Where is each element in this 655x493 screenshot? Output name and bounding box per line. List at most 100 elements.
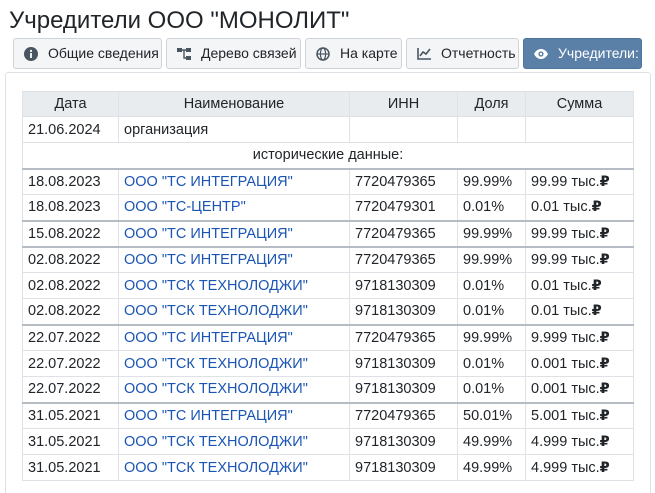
tab-relations-tree[interactable]: Дерево связей bbox=[166, 38, 301, 69]
cell-date: 31.05.2021 bbox=[22, 428, 119, 455]
cell-sum: 4.999 тыс.₽ bbox=[525, 428, 634, 455]
company-link[interactable]: ООО "ТС ИНТЕГРАЦИЯ" bbox=[124, 252, 293, 268]
cell-sum: 99.99 тыс.₽ bbox=[525, 219, 634, 247]
cell-inn bbox=[349, 116, 458, 143]
column-header-name: Наименование bbox=[118, 91, 350, 117]
tab-founders[interactable]: Учредители: bbox=[523, 38, 642, 69]
ruble-sign: ₽ bbox=[599, 355, 610, 372]
cell-name: ООО "ТСК ТЕХНОЛОДЖИ" bbox=[118, 376, 350, 403]
table-row: 31.05.2021 ООО "ТСК ТЕХНОЛОДЖИ" 9718130309… bbox=[22, 454, 634, 481]
ruble-sign: ₽ bbox=[599, 381, 610, 398]
cell-share: 0.01% bbox=[457, 272, 526, 299]
company-link[interactable]: ООО "ТС ИНТЕГРАЦИЯ" bbox=[124, 330, 293, 346]
cell-inn: 7720479365 bbox=[349, 401, 458, 429]
cell-date: 22.07.2022 bbox=[22, 350, 119, 377]
ruble-sign: ₽ bbox=[599, 407, 610, 424]
cell-share: 99.99% bbox=[457, 245, 526, 273]
sitemap-icon bbox=[176, 46, 192, 62]
tab-on-map[interactable]: На карте bbox=[305, 38, 402, 69]
cell-date: 31.05.2021 bbox=[22, 401, 119, 429]
cell-share: 49.99% bbox=[457, 454, 526, 481]
company-link[interactable]: ООО "ТС ИНТЕГРАЦИЯ" bbox=[124, 174, 293, 190]
cell-share bbox=[457, 116, 526, 143]
company-link[interactable]: ООО "ТСК ТЕХНОЛОДЖИ" bbox=[124, 278, 308, 294]
cell-name: ООО "ТСК ТЕХНОЛОДЖИ" bbox=[118, 428, 350, 455]
cell-date: 22.07.2022 bbox=[22, 376, 119, 403]
line-chart-icon bbox=[416, 46, 432, 62]
cell-sum: 4.999 тыс.₽ bbox=[525, 454, 634, 481]
cell-share: 50.01% bbox=[457, 401, 526, 429]
current-founder-row: 21.06.2024 организация bbox=[22, 116, 634, 143]
info-circle-icon bbox=[23, 46, 39, 62]
sum-value: 4.999 тыс. bbox=[531, 433, 600, 450]
cell-sum: 99.99 тыс.₽ bbox=[525, 245, 634, 273]
table-row: 15.08.2022 ООО "ТС ИНТЕГРАЦИЯ" 7720479365 9… bbox=[22, 219, 634, 247]
cell-inn: 9718130309 bbox=[349, 272, 458, 299]
table-row: 31.05.2021 ООО "ТСК ТЕХНОЛОДЖИ" 9718130309… bbox=[22, 428, 634, 455]
column-header-share: Доля bbox=[457, 91, 526, 117]
cell-share: 0.01% bbox=[457, 194, 526, 221]
table-row: 18.08.2023 ООО "ТС-ЦЕНТР" 7720479301 0.01% 0… bbox=[22, 194, 634, 221]
history-label: исторические данные: bbox=[22, 142, 634, 169]
cell-date: 02.08.2022 bbox=[22, 298, 119, 325]
cell-inn: 7720479365 bbox=[349, 167, 458, 195]
column-header-sum: Сумма bbox=[525, 91, 634, 117]
tab-label: Общие сведения bbox=[48, 45, 159, 61]
tab-reports[interactable]: Отчетность bbox=[406, 38, 519, 69]
company-link[interactable]: ООО "ТСК ТЕХНОЛОДЖИ" bbox=[124, 434, 308, 450]
company-link[interactable]: ООО "ТС ИНТЕГРАЦИЯ" bbox=[124, 408, 293, 424]
tab-general-info[interactable]: Общие сведения bbox=[13, 38, 162, 69]
column-header-inn: ИНН bbox=[349, 91, 458, 117]
cell-sum: 0.01 тыс.₽ bbox=[525, 272, 634, 299]
cell-date: 15.08.2022 bbox=[22, 219, 119, 247]
company-link[interactable]: ООО "ТСК ТЕХНОЛОДЖИ" bbox=[124, 381, 308, 397]
founders-table: Дата Наименование ИНН Доля Сумма 21.06.2… bbox=[22, 91, 634, 481]
company-link[interactable]: ООО "ТСК ТЕХНОЛОДЖИ" bbox=[124, 303, 308, 319]
ruble-sign: ₽ bbox=[591, 199, 602, 216]
cell-date: 18.08.2023 bbox=[22, 167, 119, 195]
cell-inn: 7720479365 bbox=[349, 219, 458, 247]
sum-value: 0.01 тыс. bbox=[531, 303, 592, 320]
cell-name: ООО "ТСК ТЕХНОЛОДЖИ" bbox=[118, 350, 350, 377]
cell-inn: 7720479301 bbox=[349, 194, 458, 221]
cell-inn: 9718130309 bbox=[349, 298, 458, 325]
cell-date: 31.05.2021 bbox=[22, 454, 119, 481]
tab-label: Учредители: bbox=[558, 45, 639, 61]
cell-sum: 0.001 тыс.₽ bbox=[525, 376, 634, 403]
ruble-sign: ₽ bbox=[591, 303, 602, 320]
company-link[interactable]: ООО "ТСК ТЕХНОЛОДЖИ" bbox=[124, 356, 308, 372]
company-link[interactable]: ООО "ТСК ТЕХНОЛОДЖИ" bbox=[124, 460, 308, 476]
cell-name: ООО "ТСК ТЕХНОЛОДЖИ" bbox=[118, 272, 350, 299]
table-row: 02.08.2022 ООО "ТСК ТЕХНОЛОДЖИ" 9718130309… bbox=[22, 272, 634, 299]
sum-value: 9.999 тыс. bbox=[531, 329, 600, 346]
cell-date: 21.06.2024 bbox=[22, 116, 119, 143]
cell-share: 0.01% bbox=[457, 376, 526, 403]
cell-inn: 7720479365 bbox=[349, 323, 458, 351]
sum-value: 99.99 тыс. bbox=[531, 251, 600, 268]
cell-sum: 99.99 тыс.₽ bbox=[525, 167, 634, 195]
ruble-sign: ₽ bbox=[591, 277, 602, 294]
globe-icon bbox=[315, 46, 331, 62]
sum-value: 0.001 тыс. bbox=[531, 381, 600, 398]
company-link[interactable]: ООО "ТС ИНТЕГРАЦИЯ" bbox=[124, 226, 293, 242]
cell-date: 02.08.2022 bbox=[22, 272, 119, 299]
table-row: 31.05.2021 ООО "ТС ИНТЕГРАЦИЯ" 7720479365 5… bbox=[22, 401, 634, 429]
cell-inn: 9718130309 bbox=[349, 454, 458, 481]
cell-name: ООО "ТС ИНТЕГРАЦИЯ" bbox=[118, 401, 350, 429]
cell-inn: 9718130309 bbox=[349, 376, 458, 403]
cell-name: ООО "ТС ИНТЕГРАЦИЯ" bbox=[118, 245, 350, 273]
cell-sum: 5.001 тыс.₽ bbox=[525, 401, 634, 429]
ruble-sign: ₽ bbox=[599, 225, 610, 242]
cell-sum bbox=[525, 116, 634, 143]
table-row: 02.08.2022 ООО "ТС ИНТЕГРАЦИЯ" 7720479365 9… bbox=[22, 245, 634, 273]
cell-name: ООО "ТС ИНТЕГРАЦИЯ" bbox=[118, 219, 350, 247]
table-row: 22.07.2022 ООО "ТСК ТЕХНОЛОДЖИ" 9718130309… bbox=[22, 350, 634, 377]
ruble-sign: ₽ bbox=[599, 251, 610, 268]
cell-date: 02.08.2022 bbox=[22, 245, 119, 273]
ruble-sign: ₽ bbox=[599, 173, 610, 190]
company-link[interactable]: ООО "ТС-ЦЕНТР" bbox=[124, 199, 246, 215]
page-title: Учредители ООО "МОНОЛИТ" bbox=[9, 7, 350, 34]
table-row: 02.08.2022 ООО "ТСК ТЕХНОЛОДЖИ" 9718130309… bbox=[22, 298, 634, 325]
table-header-row: Дата Наименование ИНН Доля Сумма bbox=[22, 91, 634, 117]
sum-value: 4.999 тыс. bbox=[531, 459, 600, 476]
